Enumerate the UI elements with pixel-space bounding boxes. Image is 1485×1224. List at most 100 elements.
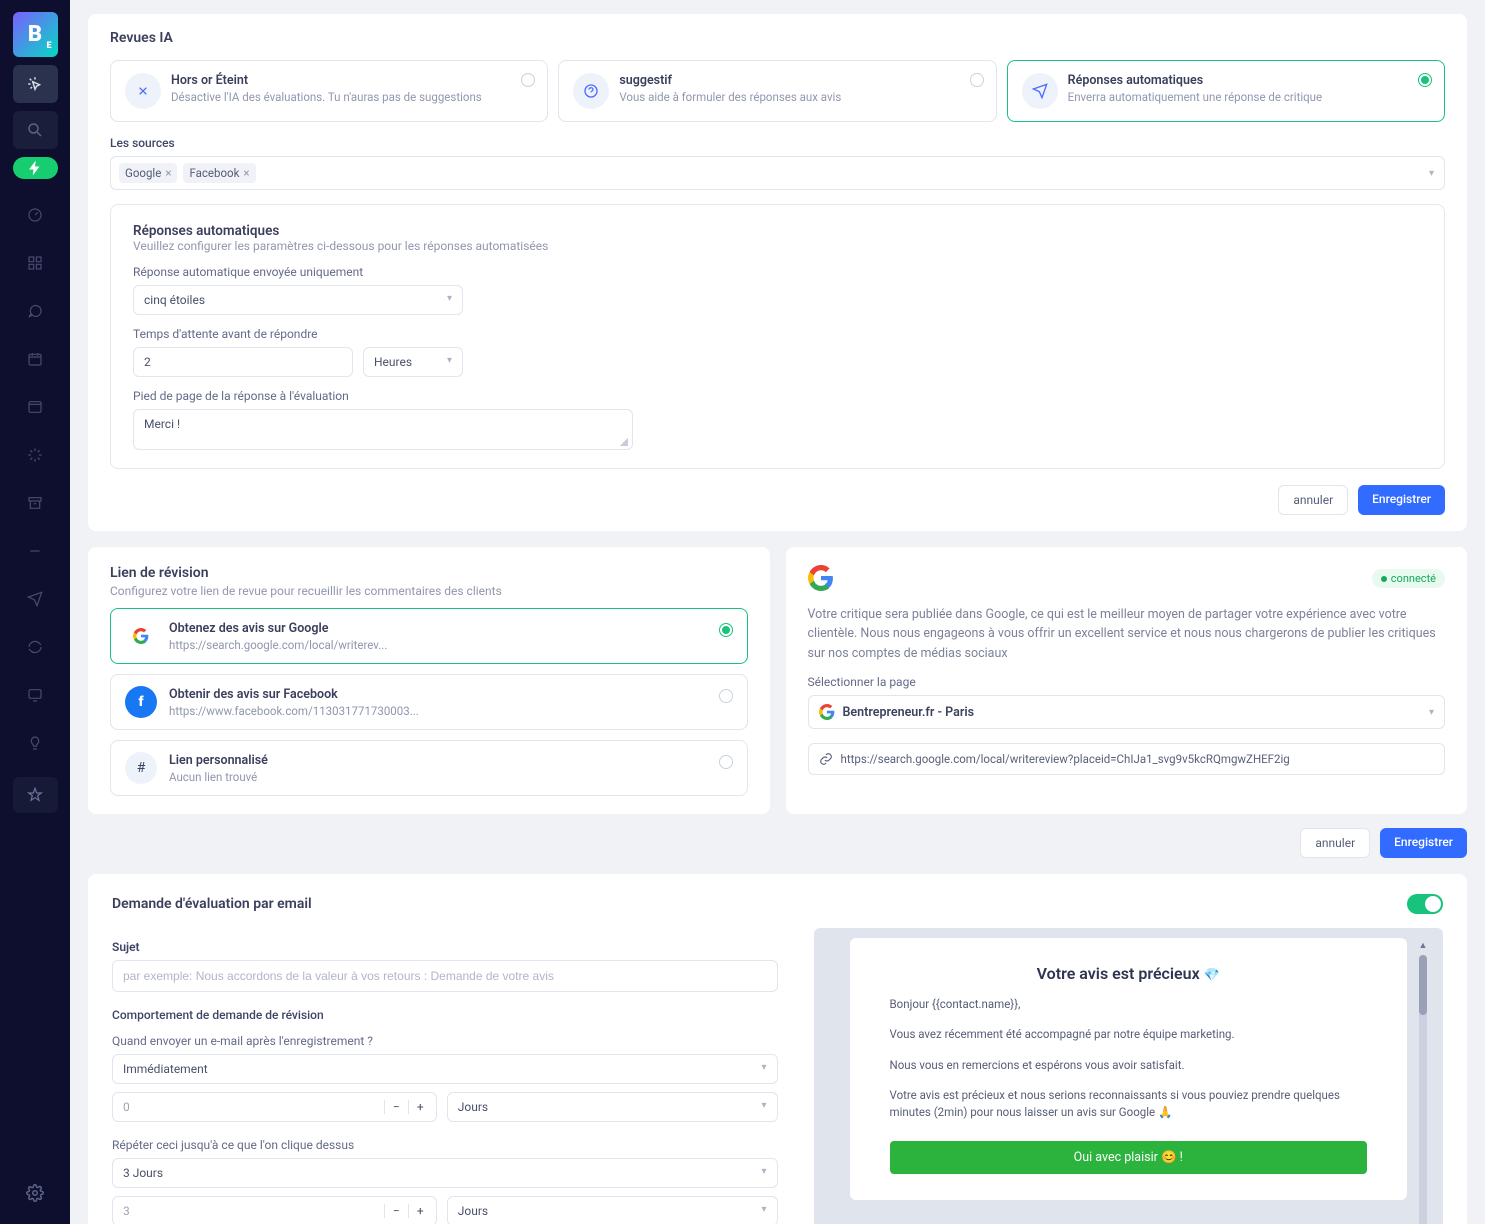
wait-number-input[interactable]: 2 xyxy=(133,347,353,377)
when-label: Quand envoyer un e-mail après l'enregist… xyxy=(112,1034,778,1048)
nav-star[interactable] xyxy=(13,777,58,813)
nav-display[interactable] xyxy=(13,681,58,709)
nav-refresh[interactable] xyxy=(13,633,58,661)
save-button[interactable]: Enregistrer xyxy=(1380,828,1467,858)
search-icon xyxy=(26,121,44,139)
nav-speed[interactable] xyxy=(13,201,58,229)
nav-calendar[interactable] xyxy=(13,345,58,373)
nav-window[interactable] xyxy=(13,393,58,421)
link-icon xyxy=(819,752,833,766)
mode-off[interactable]: Hors or Éteint Désactive l'IA des évalua… xyxy=(110,60,548,122)
cursor-click-icon xyxy=(26,75,44,93)
mode-auto-title: Réponses automatiques xyxy=(1068,73,1322,88)
preview-p2: Vous avez récemment été accompagné par n… xyxy=(890,1026,1368,1043)
star-icon xyxy=(27,787,43,803)
save-button[interactable]: Enregistrer xyxy=(1358,485,1445,515)
when-select[interactable]: Immédiatement▾ xyxy=(112,1054,778,1084)
radio-icon xyxy=(1418,73,1432,87)
minus-button[interactable]: − xyxy=(384,1100,408,1114)
nav-cursor[interactable] xyxy=(13,65,58,103)
mode-auto[interactable]: Réponses automatiques Enverra automatiqu… xyxy=(1007,60,1445,122)
calendar-icon xyxy=(27,351,43,367)
email-toggle[interactable] xyxy=(1407,894,1443,914)
google-panel: connecté Votre critique sera publiée dan… xyxy=(786,547,1468,814)
nav-send[interactable] xyxy=(13,585,58,613)
link-facebook-url: https://www.facebook.com/113031771730003… xyxy=(169,704,419,718)
archive-icon xyxy=(27,495,43,511)
scroll-thumb[interactable] xyxy=(1419,955,1427,1015)
window-icon xyxy=(27,399,43,415)
nav-menu xyxy=(13,201,58,813)
behavior-label: Comportement de demande de révision xyxy=(112,1008,778,1022)
wait-label: Temps d'attente avant de répondre xyxy=(133,327,1422,341)
link-google-title: Obtenez des avis sur Google xyxy=(169,621,387,636)
refresh-icon xyxy=(27,639,43,655)
nav-bulb[interactable] xyxy=(13,729,58,757)
plus-button[interactable]: + xyxy=(408,1204,432,1218)
display-icon xyxy=(27,687,43,703)
grid-icon xyxy=(27,255,43,271)
sources-label: Les sources xyxy=(110,136,1445,150)
nav-archive[interactable] xyxy=(13,489,58,517)
cancel-button[interactable]: annuler xyxy=(1278,485,1348,515)
mode-off-desc: Désactive l'IA des évaluations. Tu n'aur… xyxy=(171,90,482,104)
page-select[interactable]: Bentrepreneur.fr - Paris ▾ xyxy=(808,695,1446,729)
wait-unit-select[interactable]: Heures▾ xyxy=(363,347,463,377)
scroll-up-icon[interactable]: ▲ xyxy=(1419,940,1428,951)
preview-scrollbar[interactable]: ▲ xyxy=(1413,940,1433,1224)
nav-grid[interactable] xyxy=(13,249,58,277)
nav-search[interactable] xyxy=(13,111,58,149)
source-tag-google[interactable]: Google× xyxy=(119,163,177,183)
mode-suggest-desc: Vous aide à formuler des réponses aux av… xyxy=(619,90,841,104)
link-custom-url: Aucun lien trouvé xyxy=(169,770,268,784)
close-icon[interactable]: × xyxy=(165,166,171,180)
cancel-button[interactable]: annuler xyxy=(1300,828,1370,858)
footer-textarea[interactable]: Merci ! xyxy=(133,409,633,450)
review-link-title: Lien de révision xyxy=(110,565,748,581)
source-tag-facebook[interactable]: Facebook× xyxy=(183,163,255,183)
mode-auto-desc: Enverra automatiquement une réponse de c… xyxy=(1068,90,1322,104)
review-link-sub: Configurez votre lien de revue pour recu… xyxy=(110,584,748,598)
sources-input[interactable]: Google× Facebook× ▾ xyxy=(110,156,1445,190)
main-content: Revues IA Hors or Éteint Désactive l'IA … xyxy=(70,0,1485,1224)
repeat-unit-select[interactable]: Jours▾ xyxy=(447,1196,778,1224)
nav-settings[interactable] xyxy=(13,1174,58,1212)
link-facebook[interactable]: f Obtenir des avis sur Facebook https://… xyxy=(110,674,748,730)
link-google-url: https://search.google.com/local/writerev… xyxy=(169,638,387,652)
muted-icon xyxy=(125,73,161,109)
nav-sparkle[interactable] xyxy=(13,441,58,469)
nav-minus[interactable] xyxy=(13,537,58,565)
app-logo[interactable]: B xyxy=(13,12,58,57)
sparkle-icon xyxy=(27,447,43,463)
nav-chat[interactable] xyxy=(13,297,58,325)
diamond-icon: 💎 xyxy=(1204,968,1220,983)
repeat-select[interactable]: 3 Jours▾ xyxy=(112,1158,778,1188)
radio-icon xyxy=(719,755,733,769)
bolt-icon xyxy=(26,159,44,177)
chevron-down-icon: ▾ xyxy=(761,1062,766,1073)
preview-cta-button[interactable]: Oui avec plaisir 😊 ! xyxy=(890,1141,1368,1174)
nav-bolt[interactable] xyxy=(13,157,58,179)
link-custom[interactable]: # Lien personnalisé Aucun lien trouvé xyxy=(110,740,748,796)
repeat-number-stepper[interactable]: 3 − + xyxy=(112,1196,437,1224)
email-title: Demande d'évaluation par email xyxy=(112,896,312,912)
page-value: Bentrepreneur.fr - Paris xyxy=(843,705,975,720)
subject-input[interactable] xyxy=(112,960,778,992)
gauge-icon xyxy=(27,207,43,223)
when-unit-select[interactable]: Jours▾ xyxy=(447,1092,778,1122)
mode-cards: Hors or Éteint Désactive l'IA des évalua… xyxy=(110,60,1445,122)
scroll-track[interactable] xyxy=(1419,955,1427,1224)
link-facebook-title: Obtenir des avis sur Facebook xyxy=(169,687,419,702)
review-url-box[interactable]: https://search.google.com/local/writerev… xyxy=(808,743,1446,775)
minus-button[interactable]: − xyxy=(384,1204,408,1218)
mode-suggest[interactable]: suggestif Vous aide à formuler des répon… xyxy=(558,60,996,122)
select-page-label: Sélectionner la page xyxy=(808,675,1446,689)
email-preview-pane: ▲ Votre avis est précieux 💎 Bonjour {{co… xyxy=(814,928,1444,1224)
sent-only-select[interactable]: cinq étoiles▾ xyxy=(133,285,463,315)
when-number-stepper[interactable]: 0 − + xyxy=(112,1092,437,1122)
radio-icon xyxy=(521,73,535,87)
link-google[interactable]: Obtenez des avis sur Google https://sear… xyxy=(110,608,748,664)
link-custom-title: Lien personnalisé xyxy=(169,753,268,768)
plus-button[interactable]: + xyxy=(408,1100,432,1114)
close-icon[interactable]: × xyxy=(243,166,249,180)
